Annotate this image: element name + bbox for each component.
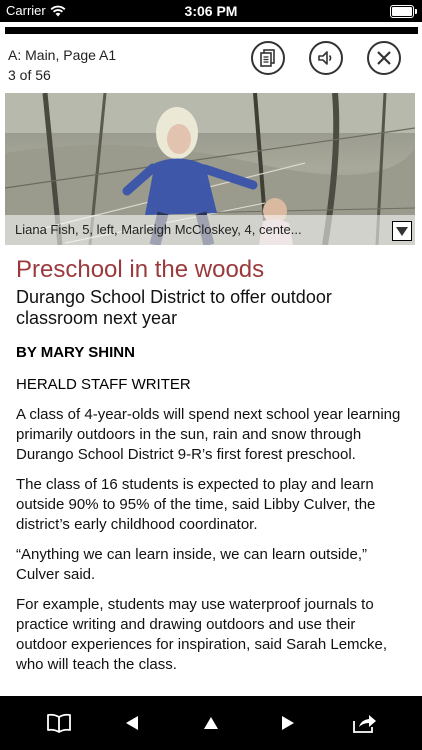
bottom-toolbar xyxy=(0,696,422,750)
speaker-icon xyxy=(318,51,332,65)
next-page-button[interactable] xyxy=(273,708,303,738)
audio-button[interactable] xyxy=(309,41,343,75)
previous-page-button[interactable] xyxy=(117,708,147,738)
photo-caption: Liana Fish, 5, left, Marleigh McCloskey,… xyxy=(5,215,415,245)
article-paragraph: “Anything we can learn inside, we can le… xyxy=(16,546,368,583)
article-paragraph: The class of 16 students is expected to … xyxy=(16,476,376,533)
article-deck: Durango School District to offer outdoor… xyxy=(16,287,332,328)
battery-icon xyxy=(390,5,417,18)
top-divider xyxy=(5,27,418,34)
close-icon xyxy=(377,51,391,65)
status-time: 3:06 PM xyxy=(184,3,238,19)
share-icon xyxy=(353,715,376,733)
pages-button[interactable] xyxy=(251,41,285,75)
article-photo[interactable]: Liana Fish, 5, left, Marleigh McCloskey,… xyxy=(5,93,415,245)
up-button[interactable] xyxy=(196,708,226,738)
article-byline: BY MARY SHINN xyxy=(16,344,135,361)
page-info: A: Main, Page A1 3 of 56 xyxy=(8,45,116,85)
page-section: A: Main, Page A1 xyxy=(8,47,117,63)
article-body: Preschool in the woods Durango School Di… xyxy=(16,255,410,675)
article-paragraph: For example, students may use waterproof… xyxy=(16,596,388,673)
article-staff-line: HERALD STAFF WRITER xyxy=(16,376,191,393)
book-icon xyxy=(47,713,71,733)
article-headline: Preschool in the woods xyxy=(16,256,265,283)
previous-icon xyxy=(126,716,138,730)
article-paragraph: A class of 4-year-olds will spend next s… xyxy=(16,406,401,463)
page-position: 3 of 56 xyxy=(8,67,51,83)
book-button[interactable] xyxy=(44,708,74,738)
share-button[interactable] xyxy=(350,708,380,738)
close-button[interactable] xyxy=(367,41,401,75)
pages-icon xyxy=(260,49,275,67)
up-icon xyxy=(204,717,218,729)
caption-expand-button[interactable] xyxy=(392,221,412,241)
status-bar: Carrier 3:06 PM xyxy=(0,0,422,22)
next-icon xyxy=(282,716,294,730)
